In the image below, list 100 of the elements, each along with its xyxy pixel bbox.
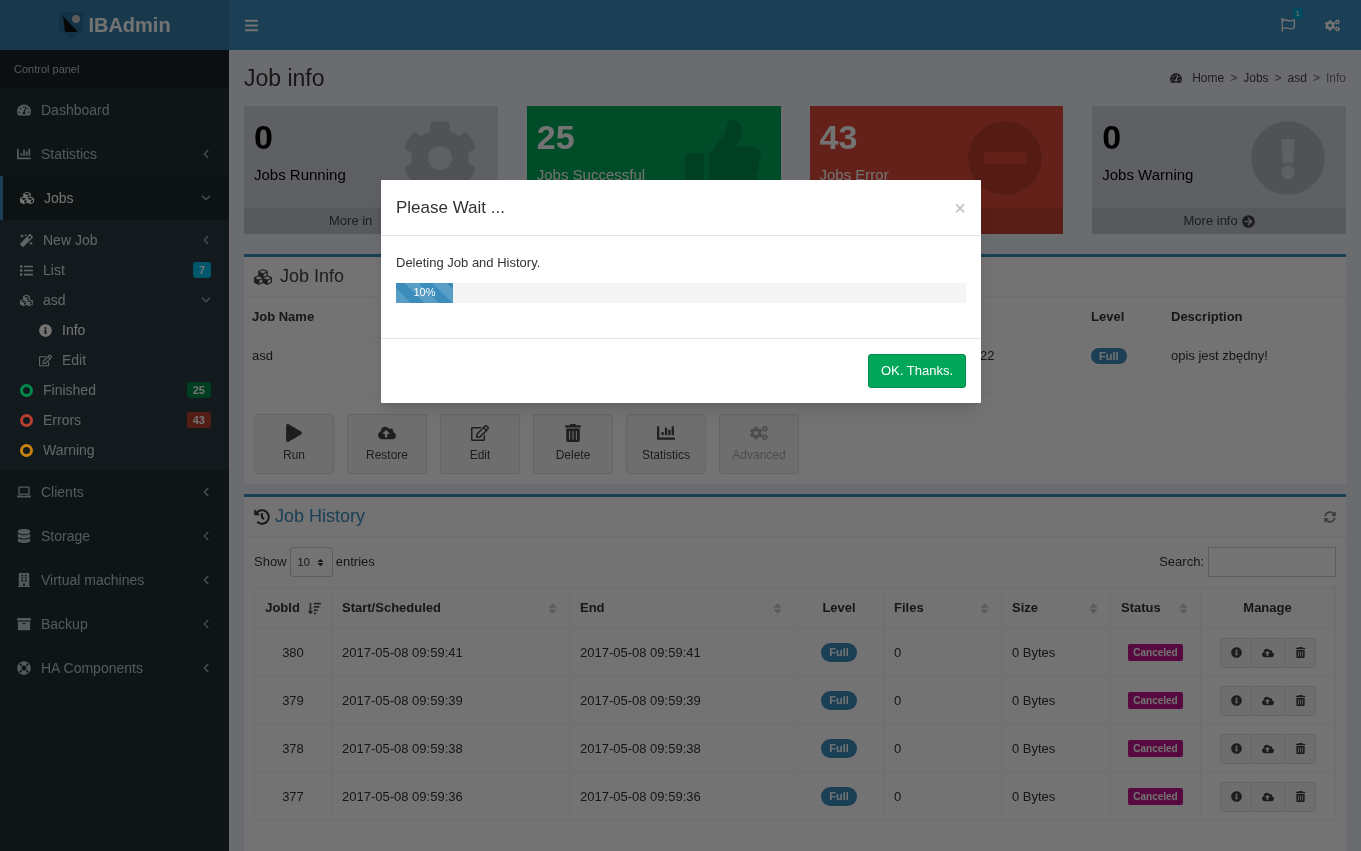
action-button[interactable]: Restore [347, 414, 427, 474]
submenu-item[interactable]: Errors 43 [0, 405, 229, 435]
progress-label: 10% [413, 285, 436, 301]
count-badge: 25 [186, 382, 211, 398]
level-badge: Full [821, 691, 857, 710]
sidebar-item[interactable]: Storage [0, 514, 229, 558]
refresh-icon[interactable] [1324, 510, 1336, 523]
breadcrumb-separator: > [1230, 70, 1238, 87]
restore-button[interactable] [1252, 733, 1284, 764]
table-cell-text: 2017-05-08 09:59:39 [580, 691, 701, 710]
dashboard-gauge-icon [1170, 72, 1183, 84]
column-header-label: Files [894, 599, 924, 618]
table-cell-text: 2017-05-08 09:59:36 [580, 787, 701, 806]
sort-descending-icon[interactable] [307, 601, 321, 615]
info-icon [1230, 695, 1242, 706]
column-header-label: JobId [265, 599, 300, 618]
info-button[interactable] [1220, 685, 1252, 716]
cubes-icon [254, 267, 272, 286]
sidebar-item-label: Statistics [41, 144, 97, 164]
stat-value: 25 [536, 117, 576, 158]
page-size-select[interactable]: 10 [289, 547, 333, 577]
submenu-item[interactable]: Warning [0, 435, 229, 465]
info-icon [1230, 647, 1242, 658]
table-cell-text: 22 [980, 346, 996, 365]
action-button[interactable]: Run [254, 414, 334, 474]
more-info-link[interactable]: More info [1183, 211, 1255, 231]
panel-title[interactable]: Job History [275, 503, 366, 530]
submenu-item-label: Finished [43, 380, 96, 400]
dashboard-gauge-icon [17, 103, 31, 117]
breadcrumb-link[interactable]: asd [1287, 69, 1307, 87]
flag-icon[interactable] [1281, 18, 1295, 32]
panel-title: Job Info [280, 265, 345, 288]
submenu-item[interactable]: New Job [0, 225, 229, 255]
status-badge: Canceled [1128, 740, 1183, 757]
table-cell-text: 2017-05-08 09:59:39 [342, 691, 463, 710]
trash-icon [1294, 743, 1306, 754]
column-header-label: Status [1121, 599, 1161, 618]
modal-message: Deleting Job and History. [396, 254, 542, 272]
status-badge: Canceled [1128, 692, 1183, 709]
sidebar-item-label: Virtual machines [41, 570, 145, 590]
sidebar-item-label: HA Components [41, 658, 143, 678]
sidebar-item-label: Dashboard [41, 100, 110, 120]
ok-button[interactable]: OK. Thanks. [868, 353, 966, 388]
column-header-label: Size [1012, 599, 1038, 618]
restore-button[interactable] [1252, 685, 1284, 716]
trash-icon [1294, 791, 1306, 802]
stat-value: 0 [254, 117, 274, 158]
magic-wand-icon [20, 233, 33, 247]
sidebar-item[interactable]: HA Components [0, 646, 229, 690]
table-cell-text: 0 Bytes [1012, 787, 1056, 806]
lifebuoy-icon [17, 661, 31, 675]
modal-title: Please Wait ... [396, 196, 505, 219]
table-cell-text: 2017-05-08 09:59:36 [342, 787, 463, 806]
restore-button[interactable] [1252, 781, 1284, 812]
settings-icon[interactable] [1325, 17, 1340, 33]
bar-chart-icon [17, 147, 31, 161]
archive-icon [17, 617, 31, 631]
submenu-item[interactable]: List 7 [0, 255, 229, 285]
status-badge: Canceled [1128, 644, 1183, 661]
info-button[interactable] [1220, 781, 1252, 812]
menu-icon[interactable] [244, 17, 259, 33]
sidebar-item[interactable]: Clients [0, 470, 229, 514]
submenu-item-label: List [43, 260, 65, 280]
delete-button[interactable] [1284, 781, 1316, 812]
action-button[interactable]: Edit [440, 414, 520, 474]
submenu-item[interactable]: Finished 25 [0, 375, 229, 405]
level-badge: Full [821, 787, 857, 806]
table-cell-text: 2017-05-08 09:59:41 [342, 643, 463, 662]
delete-button[interactable] [1284, 637, 1316, 668]
restore-button[interactable] [1252, 637, 1284, 668]
breadcrumb-separator: > [1312, 70, 1320, 87]
action-button[interactable]: Statistics [626, 414, 706, 474]
sidebar-item-label: Clients [41, 482, 84, 502]
more-info-link[interactable]: More in [329, 211, 373, 231]
table-cell-text: 2017-05-08 09:59:38 [580, 739, 701, 758]
close-button[interactable]: × [954, 197, 966, 218]
info-button[interactable] [1220, 637, 1252, 668]
table-cell-text: 0 Bytes [1012, 643, 1056, 662]
column-header: Description [1171, 308, 1243, 327]
stat-value: 43 [819, 117, 859, 158]
submenu-item[interactable]: Info [0, 315, 229, 345]
delete-button[interactable] [1284, 685, 1316, 716]
sidebar-item[interactable]: Virtual machines [0, 558, 229, 602]
cloud-upload-icon [1262, 646, 1274, 659]
show-label: Show [254, 553, 287, 572]
action-button[interactable]: Delete [533, 414, 613, 474]
level-badge: Full [821, 643, 857, 662]
submenu-item[interactable]: asd [0, 285, 229, 315]
breadcrumb-link[interactable]: Home [1192, 69, 1225, 87]
submenu-item-label: Edit [62, 350, 87, 370]
delete-button[interactable] [1284, 733, 1316, 764]
sidebar-item[interactable]: Backup [0, 602, 229, 646]
sidebar-item[interactable]: Statistics [0, 132, 229, 176]
breadcrumb-link[interactable]: Jobs [1243, 69, 1269, 87]
sidebar-item[interactable]: Dashboard [0, 88, 229, 132]
stat-label: Jobs Successful [536, 165, 647, 185]
submenu-item[interactable]: Edit [0, 345, 229, 375]
table-cell-text: opis jest zbędny! [1171, 346, 1268, 365]
submenu-item-label: Info [62, 320, 86, 340]
info-button[interactable] [1220, 733, 1252, 764]
